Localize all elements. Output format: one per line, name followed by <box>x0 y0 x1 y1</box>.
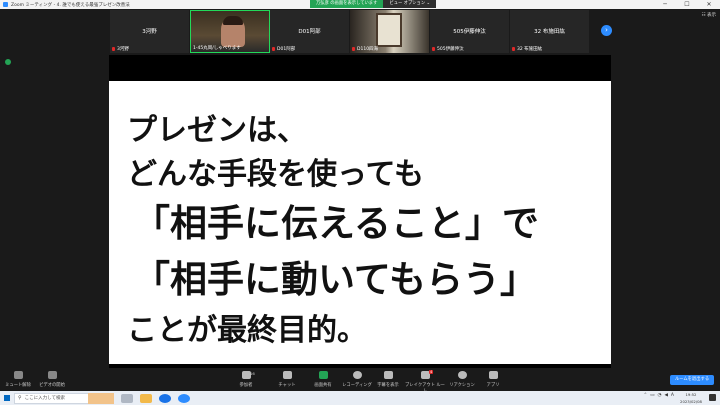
file-explorer-icon[interactable] <box>140 393 152 403</box>
network-icon[interactable]: ◔ <box>658 393 662 398</box>
participant-tile[interactable]: 32 布施田紘 32 布施田紘 <box>510 10 590 53</box>
participant-name: D01阿部 <box>277 47 296 52</box>
record-icon <box>352 371 362 379</box>
participant-name: 1-45丸岡/しゃべります <box>193 46 241 51</box>
captions-icon <box>383 371 393 379</box>
mic-muted-icon <box>432 47 435 51</box>
clock-date: 2023/02/08 <box>680 399 702 404</box>
chrome-icon[interactable] <box>159 393 171 403</box>
participant-tile[interactable]: 505伊藤伸汰 505伊藤伸汰 <box>430 10 510 53</box>
clock-time: 19:52 <box>685 392 697 397</box>
video-off-icon <box>47 371 57 379</box>
captions-button[interactable]: 字幕を表示 <box>368 371 408 388</box>
participant-center-name: 3河野 <box>142 29 157 35</box>
windows-logo-icon <box>4 395 10 401</box>
share-banner: 万弘彦 の画面を表示しています ビュー オプション ⌄ <box>310 0 437 8</box>
windows-start-button[interactable] <box>0 391 14 405</box>
participant-tile[interactable]: D01阿部 D01阿部 <box>270 10 350 53</box>
leave-room-button[interactable]: ルームを退出する <box>670 375 714 385</box>
view-options-button[interactable]: ビュー オプション ⌄ <box>383 0 437 8</box>
battery-icon[interactable]: ▭ <box>650 393 654 398</box>
slide-line: 「相手に伝えること」で <box>133 202 539 245</box>
chevron-up-icon[interactable]: ⌃ <box>643 393 647 398</box>
participant-tile-video[interactable]: D110四海 <box>350 10 430 53</box>
system-tray: ⌃ ▭ ◔ ◀ A <box>640 393 674 398</box>
participants-button[interactable]: 16 参加者 <box>226 371 266 388</box>
slide-line: プレゼンは、 <box>127 113 307 148</box>
zoom-logo-icon <box>3 2 8 7</box>
slide-line: どんな手段を使っても <box>127 157 424 192</box>
volume-icon[interactable]: ◀ <box>664 393 667 398</box>
chat-icon <box>282 371 292 379</box>
meeting-toolbar: ミュート解除 ビデオの開始 16 参加者 チャット 画面共有 レコーディング 字… <box>0 369 720 394</box>
task-view-icon[interactable] <box>121 393 133 403</box>
participant-center-name: 32 布施田紘 <box>534 29 565 35</box>
share-status: 万弘彦 の画面を表示しています <box>310 0 384 8</box>
participant-center-name: 505伊藤伸汰 <box>453 29 486 35</box>
participant-center-name: D01阿部 <box>298 29 321 35</box>
zoom-taskbar-icon[interactable] <box>178 393 190 403</box>
windows-taskbar: ⚲ ここに入力して検索 <box>0 391 720 405</box>
notification-icon[interactable] <box>709 394 716 401</box>
next-page-chevron-icon[interactable]: › <box>601 25 612 36</box>
participant-name: 505伊藤伸汰 <box>437 47 464 52</box>
minimize-button[interactable]: ─ <box>654 0 676 9</box>
participant-strip: 3河野 3河野 1-45丸岡/しゃべります D01阿部 D01阿部 D110四海… <box>110 10 590 53</box>
maximize-button[interactable]: ☐ <box>676 0 698 9</box>
participants-count: 16 <box>250 371 255 376</box>
start-video-button[interactable]: ビデオの開始 <box>32 371 72 388</box>
share-screen-icon <box>318 371 328 379</box>
presentation-slide: プレゼンは、 どんな手段を使っても 「相手に伝えること」で 「相手に動いてもらう… <box>109 81 611 364</box>
slide-line: ことが最終目的。 <box>127 313 367 348</box>
ime-language-indicator[interactable]: A <box>671 393 674 398</box>
mic-muted-icon <box>512 47 515 51</box>
close-button[interactable]: ✕ <box>698 0 720 9</box>
search-icon: ⚲ <box>18 394 22 401</box>
participant-name: 3河野 <box>117 47 129 52</box>
reaction-smile-icon <box>457 371 467 379</box>
window-controls: ─ ☐ ✕ <box>654 0 720 9</box>
mic-muted-icon <box>352 47 355 51</box>
participant-tile-video[interactable]: 1-45丸岡/しゃべります <box>190 10 270 53</box>
mic-muted-icon <box>112 47 115 51</box>
chat-button[interactable]: チャット <box>267 371 307 388</box>
search-highlight-icon <box>88 392 114 404</box>
view-button[interactable]: ☷ 表示 <box>702 12 716 18</box>
taskbar-clock[interactable]: 19:52 2023/02/08 <box>678 391 704 405</box>
mic-muted-icon <box>272 47 275 51</box>
participant-video <box>376 13 402 47</box>
security-shield-icon[interactable] <box>5 59 11 65</box>
slide-line: 「相手に動いてもらう」 <box>133 258 538 301</box>
mic-off-icon <box>13 371 23 379</box>
participant-tile[interactable]: 3河野 3河野 <box>110 10 190 53</box>
zoom-window: Zoom ミーティング - 4. 誰でも使える最強プレゼン改善法 万弘彦 の画面… <box>0 0 720 405</box>
participant-name: D110四海 <box>357 47 379 52</box>
breakout-badge: 4 <box>429 370 434 374</box>
apps-button[interactable]: アプリ <box>473 371 513 388</box>
apps-icon <box>488 371 498 379</box>
participant-name: 32 布施田紘 <box>517 47 543 52</box>
